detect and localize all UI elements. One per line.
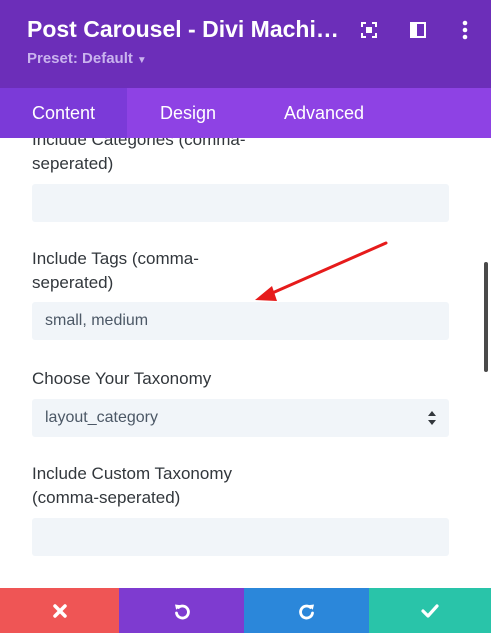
panel-footer <box>0 588 491 633</box>
discard-button[interactable] <box>0 588 119 633</box>
redo-icon <box>298 604 314 619</box>
redo-button[interactable] <box>244 588 369 633</box>
module-settings-panel: Post Carousel - Divi Machin... Preset: D… <box>0 0 491 633</box>
undo-button[interactable] <box>119 588 244 633</box>
close-icon <box>52 603 67 618</box>
check-icon <box>421 603 439 618</box>
save-button[interactable] <box>369 588 491 633</box>
annotation-arrow <box>255 241 388 301</box>
undo-icon <box>174 604 190 619</box>
